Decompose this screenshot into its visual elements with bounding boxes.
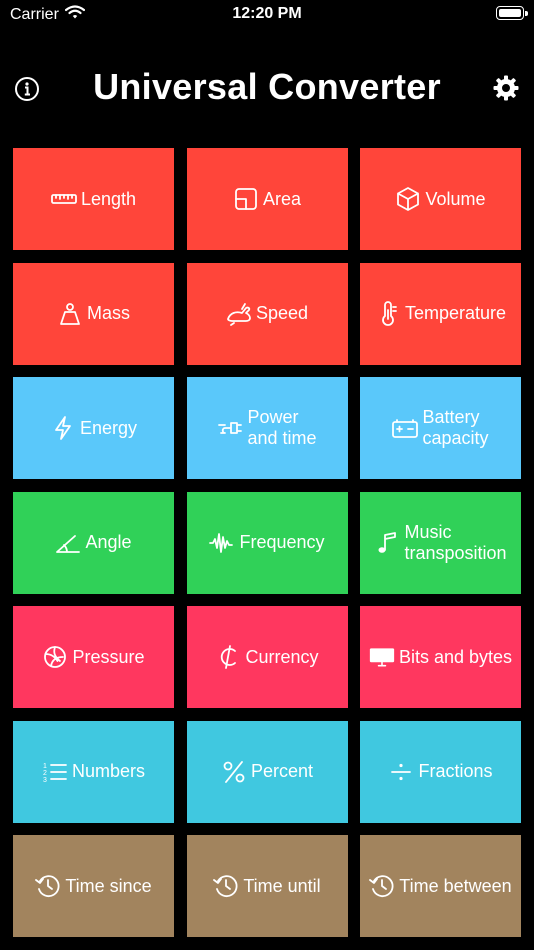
tile-fractions[interactable]: Fractions	[360, 720, 521, 823]
tile-label: Energy	[79, 417, 138, 438]
tile-mass[interactable]: Mass	[13, 262, 174, 365]
tile-label: Length	[80, 188, 137, 209]
settings-button[interactable]	[492, 74, 520, 102]
tile-label: Speed	[255, 303, 309, 323]
weight-icon	[57, 301, 83, 327]
tile-label: Area	[262, 188, 302, 209]
tile-area[interactable]: Area	[186, 148, 348, 250]
hare-icon	[226, 301, 252, 327]
bolt-icon	[50, 415, 76, 441]
svg-text:3: 3	[43, 777, 47, 784]
tile-bits-and-bytes[interactable]: Bits and bytes	[360, 606, 521, 708]
tile-label: Music transposition	[404, 521, 507, 563]
cube-icon	[395, 186, 421, 212]
status-bar: Carrier 12:20 PM	[0, 0, 534, 30]
tile-temperature[interactable]: Temperature	[360, 262, 521, 365]
tile-speed[interactable]: Speed	[186, 262, 348, 365]
status-time: 12:20 PM	[232, 5, 302, 22]
svg-text:2: 2	[43, 770, 47, 777]
tile-label: Fractions	[418, 761, 493, 781]
tile-currency[interactable]: Currency	[186, 606, 348, 708]
tile-label: Numbers	[71, 761, 146, 781]
waveform-icon	[209, 530, 235, 556]
tile-label: Bits and bytes	[398, 646, 513, 667]
volleyball-icon	[42, 644, 68, 670]
battery-icon	[496, 6, 528, 20]
tile-label: Pressure	[72, 646, 145, 667]
page-title: Universal Converter	[93, 66, 441, 107]
tile-label: Temperature	[404, 303, 507, 323]
clock-arrow-icon	[35, 873, 61, 899]
tile-pressure[interactable]: Pressure	[13, 606, 174, 708]
tile-label: Angle	[85, 532, 132, 552]
tile-music-transposition[interactable]: Music transposition	[360, 491, 521, 594]
ruler-icon	[51, 186, 77, 212]
tile-label: Frequency	[239, 532, 325, 552]
tile-power-and-time[interactable]: Power and time	[186, 377, 348, 479]
gear-icon	[492, 75, 520, 106]
tile-time-since[interactable]: Time since	[13, 835, 174, 937]
cedi-icon	[215, 644, 241, 670]
display-icon	[369, 644, 395, 670]
svg-text:1: 1	[43, 763, 47, 770]
area-icon	[233, 186, 259, 212]
clock-arrow-icon	[213, 873, 239, 899]
percent-icon	[221, 759, 247, 785]
tile-label: Battery capacity	[422, 407, 489, 448]
plug-icon	[217, 415, 243, 441]
tile-label: Power and time	[247, 407, 317, 448]
tile-label: Time since	[65, 875, 152, 896]
tile-energy[interactable]: Energy	[13, 377, 174, 479]
numbered-list-icon: 123	[42, 759, 68, 785]
tile-time-between[interactable]: Time between	[360, 835, 521, 937]
music-note-icon	[374, 530, 400, 556]
tile-label: Mass	[86, 303, 130, 323]
battery-icon	[392, 415, 419, 441]
tile-frequency[interactable]: Frequency	[186, 491, 348, 594]
tile-angle[interactable]: Angle	[13, 491, 174, 594]
tile-volume[interactable]: Volume	[360, 148, 521, 250]
tile-time-until[interactable]: Time until	[186, 835, 348, 937]
tile-numbers[interactable]: 1 2 3 Numbers	[13, 720, 174, 823]
header: Universal Converter	[0, 62, 534, 118]
tile-length[interactable]: Length	[13, 148, 174, 250]
tile-label: Time until	[243, 875, 321, 896]
clock-arrow-icon	[369, 873, 395, 899]
divide-icon	[388, 759, 414, 785]
tile-battery-capacity[interactable]: Battery capacity	[360, 377, 521, 479]
tile-label: Currency	[245, 646, 319, 667]
tile-label: Percent	[250, 761, 314, 781]
angle-icon	[55, 530, 81, 556]
tile-label: Time between	[399, 875, 512, 896]
tile-label: Volume	[425, 188, 486, 209]
thermometer-icon	[375, 300, 401, 327]
tile-percent[interactable]: Percent	[186, 720, 348, 823]
